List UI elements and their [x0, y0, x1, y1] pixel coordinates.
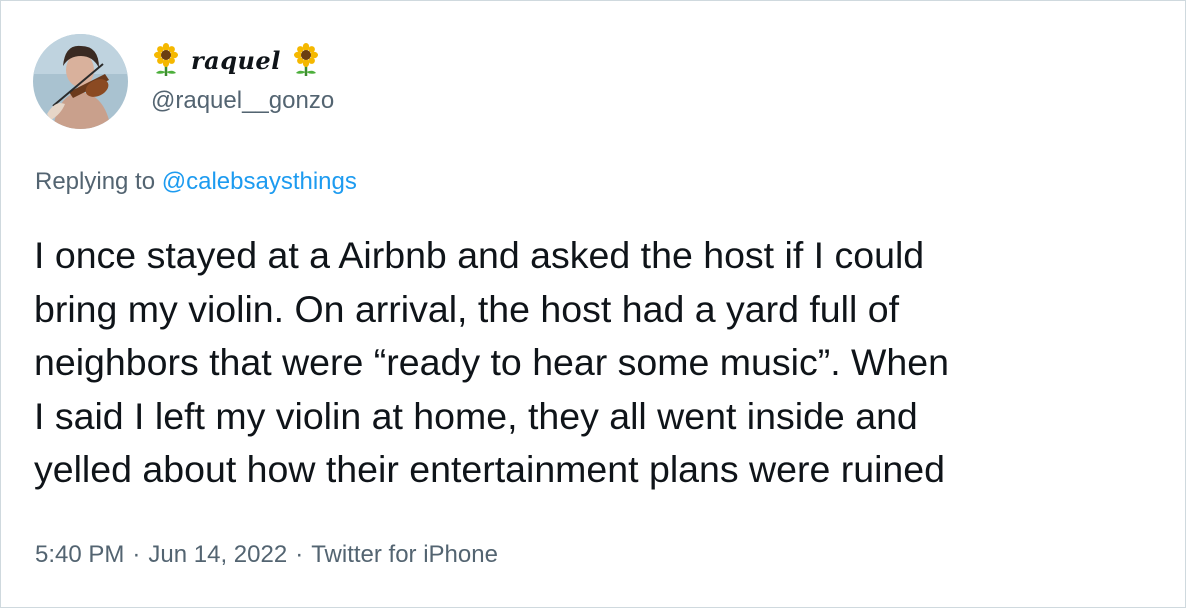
tweet-text-line: I said I left my violin at home, they al…: [34, 394, 918, 437]
tweet-text-line: yelled about how their entertainment pla…: [34, 448, 945, 490]
tweet-text-line: neighbors that were “ready to hear some …: [34, 341, 949, 383]
tweet-date[interactable]: Jun 14, 2022: [148, 541, 287, 569]
reply-prefix: Replying to: [35, 168, 156, 195]
reply-context: Replying to @calebsaysthings: [35, 168, 357, 196]
tweet-text-line: bring my violin. On arrival, the host ha…: [34, 287, 899, 330]
tweet-metadata: 5:40 PM · Jun 14, 2022 · Twitter for iPh…: [35, 541, 498, 569]
display-name[interactable]: raquel: [151, 41, 321, 79]
avatar[interactable]: [33, 34, 128, 129]
meta-separator: ·: [132, 541, 141, 568]
tweet-text-line: I once stayed at a Airbnb and asked the …: [34, 234, 925, 276]
sunflower-icon: [154, 43, 178, 76]
sunflower-icon: [293, 43, 318, 76]
tweet-time[interactable]: 5:40 PM: [35, 541, 124, 569]
user-handle[interactable]: @raquel__gonzo: [151, 87, 334, 115]
display-name-text: raquel: [191, 45, 281, 75]
meta-separator: ·: [295, 541, 304, 568]
tweet-card: raquel @raquel__gonzo Replying to @caleb…: [0, 0, 1186, 608]
tweet-text: I once stayed at a Airbnb and asked the …: [34, 229, 1169, 497]
reply-mention-link[interactable]: @calebsaysthings: [162, 168, 357, 195]
tweet-source[interactable]: Twitter for iPhone: [311, 541, 498, 569]
